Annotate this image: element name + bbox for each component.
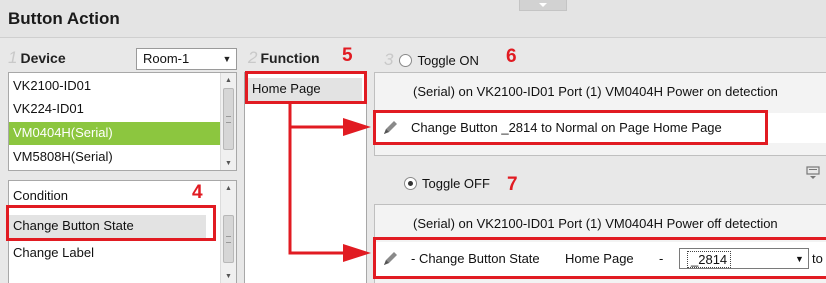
function-list[interactable]: Home Page: [244, 72, 367, 283]
function-item[interactable]: Home Page: [248, 78, 362, 101]
scroll-up-icon[interactable]: ▲: [221, 73, 236, 87]
device-item[interactable]: VM5808H(Serial): [9, 146, 220, 169]
scroll-thumb[interactable]: [223, 88, 234, 150]
toggle-on-label: Toggle ON: [417, 52, 479, 68]
device-label: Device: [20, 50, 66, 66]
radio-icon[interactable]: [399, 53, 413, 67]
action-item-selected[interactable]: Change Button State: [9, 215, 206, 238]
toggle-off-panel: (Serial) on VK2100-ID01 Port (1) VM0404H…: [374, 204, 826, 283]
step-number-3: 3: [384, 50, 394, 69]
collapse-handle[interactable]: [519, 0, 567, 11]
callout-5: 5: [342, 45, 353, 66]
toggle-on-radio[interactable]: 3 Toggle ON: [384, 50, 479, 70]
toggle-off-radio[interactable]: Toggle OFF: [404, 176, 490, 191]
radio-selected-icon[interactable]: [404, 177, 417, 190]
scroll-up-icon[interactable]: ▲: [221, 181, 236, 195]
callout-7: 7: [507, 174, 518, 195]
device-list[interactable]: VK2100-ID01 VK224-ID01 VM0404H(Serial) V…: [8, 72, 237, 171]
toggle-off-action-prefix: - Change Button State: [411, 251, 540, 266]
button-select-value: _2814: [687, 251, 732, 268]
toggle-off-trigger: (Serial) on VK2100-ID01 Port (1) VM0404H…: [413, 216, 778, 231]
separator-dash: -: [659, 251, 664, 266]
panel-toggle-icon[interactable]: [806, 166, 820, 180]
callout-6: 6: [506, 46, 517, 67]
action-item[interactable]: Change Label: [9, 242, 220, 265]
action-item[interactable]: Condition: [9, 185, 220, 208]
device-column-header: 1 Device: [8, 46, 66, 70]
room-select-value: Room-1: [143, 51, 190, 66]
toggle-off-action-row[interactable]: - Change Button State Home Page - _2814 …: [375, 242, 826, 276]
step-number-2: 2: [248, 48, 258, 67]
pencil-icon[interactable]: [379, 248, 401, 270]
callout-4: 4: [192, 182, 203, 203]
suffix-text: to: [812, 251, 823, 266]
toggle-on-action-text: Change Button _2814 to Normal on Page Ho…: [411, 120, 722, 135]
action-list-scrollbar[interactable]: ▲ ▼: [220, 181, 236, 283]
device-item-selected[interactable]: VM0404H(Serial): [9, 122, 220, 145]
device-item[interactable]: VK2100-ID01: [9, 75, 220, 98]
chevron-down-icon[interactable]: ▼: [791, 249, 808, 268]
toggle-off-label: Toggle OFF: [422, 176, 490, 191]
title-bar: Button Action: [0, 0, 826, 38]
step-number-1: 1: [8, 48, 18, 67]
scroll-down-icon[interactable]: ▼: [221, 156, 236, 170]
device-list-scrollbar[interactable]: ▲ ▼: [220, 73, 236, 170]
function-column-header: 2 Function: [248, 46, 320, 70]
toggle-off-page-label: Home Page: [565, 251, 634, 266]
device-item[interactable]: VK224-ID01: [9, 98, 220, 121]
scroll-thumb[interactable]: [223, 215, 234, 263]
toggle-on-action-row[interactable]: Change Button _2814 to Normal on Page Ho…: [375, 113, 826, 143]
toggle-on-panel: (Serial) on VK2100-ID01 Port (1) VM0404H…: [374, 72, 826, 156]
toggle-on-trigger: (Serial) on VK2100-ID01 Port (1) VM0404H…: [413, 84, 778, 99]
room-select[interactable]: Room-1 ▼: [136, 48, 237, 70]
scroll-down-icon[interactable]: ▼: [221, 269, 236, 283]
page-title: Button Action: [8, 9, 120, 28]
button-select[interactable]: _2814 ▼: [679, 248, 809, 269]
chevron-down-icon[interactable]: ▼: [218, 49, 236, 69]
function-label: Function: [260, 50, 320, 66]
pencil-icon[interactable]: [379, 117, 401, 139]
